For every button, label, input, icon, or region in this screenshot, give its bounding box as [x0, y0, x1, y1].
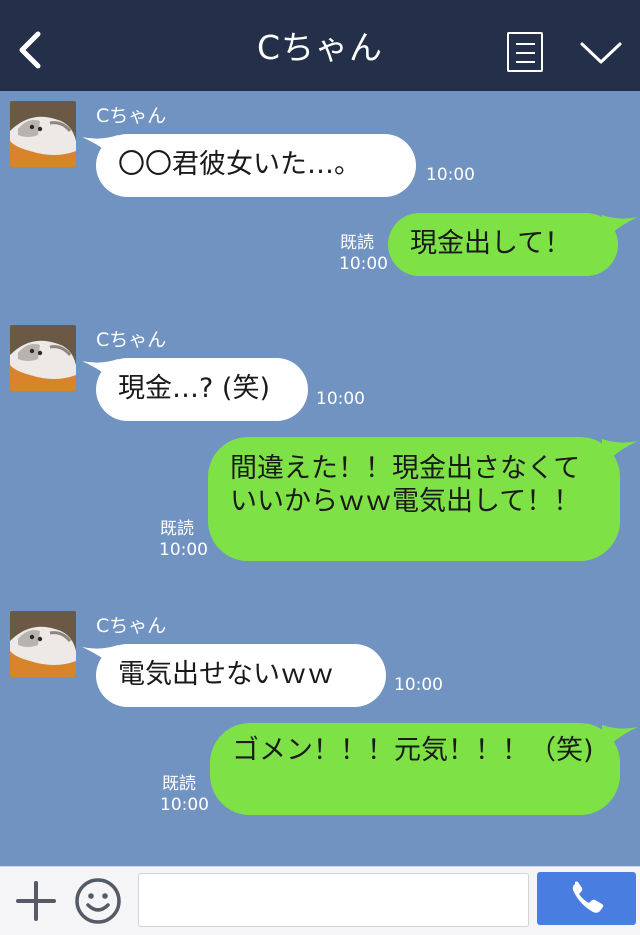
message-bubble-outgoing[interactable]: ゴメン！！！元気！！！（笑) [210, 723, 620, 815]
sender-name: Cちゃん [96, 615, 167, 637]
cat-photo-icon [10, 611, 76, 677]
message-list[interactable]: Cちゃん 〇〇君彼女いた…。 10:00 既読 10:00 現金出して！ Cちゃ… [0, 91, 640, 866]
message-time: 10:00 [339, 254, 388, 274]
chat-header: Cちゃん [0, 0, 640, 91]
message-time: 10:00 [426, 165, 475, 185]
message-bubble-incoming[interactable]: 〇〇君彼女いた…。 [96, 134, 416, 197]
message-time: 10:00 [394, 675, 443, 695]
plus-icon[interactable] [16, 881, 56, 921]
sender-name: Cちゃん [96, 105, 167, 127]
message-bubble-outgoing[interactable]: 間違えた！！現金出さなくていいからｗｗ電気出して！！ [208, 437, 620, 561]
avatar[interactable] [10, 611, 76, 677]
avatar[interactable] [10, 101, 76, 167]
cat-photo-icon [10, 101, 76, 167]
avatar[interactable] [10, 325, 76, 391]
message-time: 10:00 [316, 389, 365, 409]
message-time: 10:00 [160, 795, 209, 815]
list-menu-icon[interactable] [507, 32, 543, 72]
sender-name: Cちゃん [96, 329, 167, 351]
message-bubble-incoming[interactable]: 現金…? (笑) [96, 358, 308, 421]
read-receipt: 既読 [160, 519, 194, 539]
read-receipt: 既読 [162, 774, 196, 794]
chat-title: Cちゃん [256, 28, 384, 67]
message-time: 10:00 [159, 540, 208, 560]
smiley-icon[interactable] [74, 877, 122, 925]
phone-icon [572, 881, 604, 913]
chevron-down-icon[interactable] [578, 38, 624, 68]
message-input[interactable] [138, 873, 529, 927]
message-bubble-outgoing[interactable]: 現金出して！ [388, 213, 618, 276]
call-button[interactable] [537, 872, 636, 925]
input-bar [0, 866, 640, 935]
read-receipt: 既読 [340, 233, 374, 253]
message-bubble-incoming[interactable]: 電気出せないｗｗ [96, 644, 386, 707]
cat-photo-icon [10, 325, 76, 391]
